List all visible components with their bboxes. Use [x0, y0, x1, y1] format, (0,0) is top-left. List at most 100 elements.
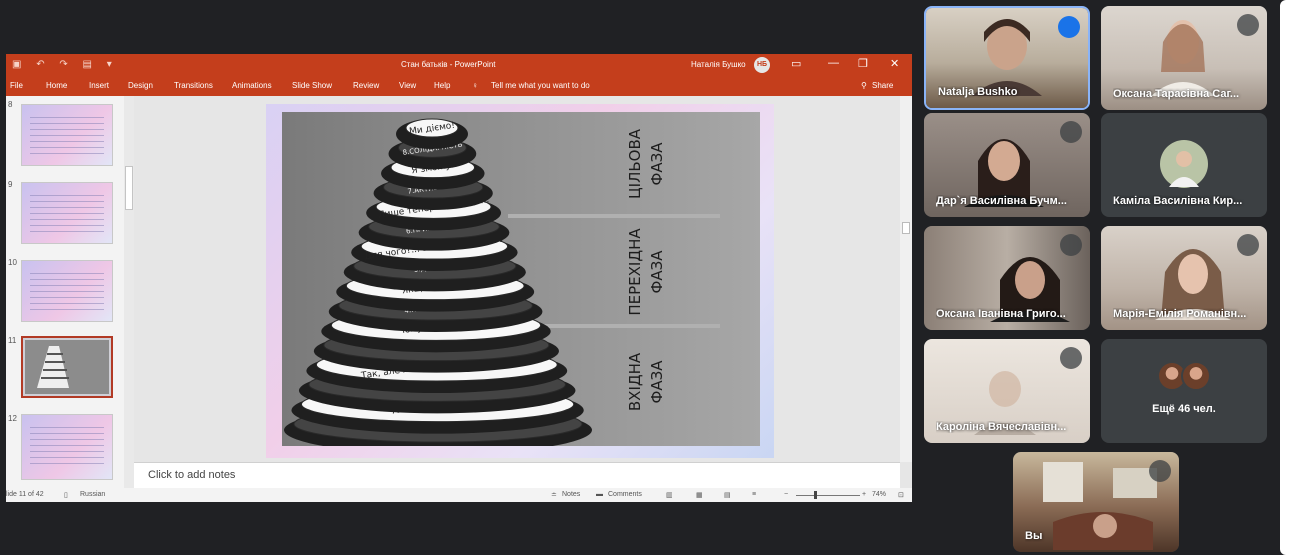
notes-pane[interactable]: Click to add notes — [134, 462, 900, 488]
more-participants-label: Ещё 46 чел. — [1152, 403, 1216, 415]
thumbnail-number: 10 — [8, 258, 17, 267]
participant-name: Кароліна Вячеславівн... — [936, 421, 1067, 433]
thumbnail-scrollbar[interactable] — [124, 96, 134, 488]
zoom-in-icon[interactable]: + — [862, 491, 866, 498]
title-bar: ▣ ↶ ↷ ▤ ▾ Стан батьків - PowerPoint Ната… — [6, 54, 912, 76]
participant-tile[interactable]: Каміла Василівна Кир... — [1101, 113, 1267, 217]
close-icon[interactable]: ✕ — [890, 57, 899, 70]
slide-thumbnail[interactable] — [21, 414, 113, 480]
mic-off-icon — [1237, 234, 1259, 256]
spellcheck-icon[interactable]: ▯ — [64, 491, 68, 499]
share-icon[interactable]: ⚲ — [861, 81, 867, 90]
tab-view[interactable]: View — [399, 81, 416, 90]
minimize-icon[interactable]: — — [828, 57, 839, 69]
phase-labels: ЦІЛЬОВА ФАЗАПЕРЕХІДНА ФАЗАВХІДНА ФАЗА — [626, 128, 666, 411]
participant-avatar — [1160, 140, 1208, 188]
slide-content: 1.НЕВИЗНАЧЕНІСТЬА що ж трапилось?2.УСВІД… — [282, 112, 760, 454]
self-view-tile[interactable]: Вы — [1013, 452, 1179, 552]
lightbulb-icon: ♀ — [472, 81, 478, 90]
participant-tile[interactable]: Кароліна Вячеславівн... — [924, 339, 1090, 443]
phase-label: ФАЗА — [648, 250, 666, 294]
phases-pyramid: 1.НЕВИЗНАЧЕНІСТЬА що ж трапилось?2.УСВІД… — [284, 118, 720, 454]
zoom-out-icon[interactable]: − — [784, 491, 788, 498]
tab-transitions[interactable]: Transitions — [174, 81, 213, 90]
participant-tile[interactable]: Дар`я Василівна Бучм... — [924, 113, 1090, 217]
tab-animations[interactable]: Animations — [232, 81, 272, 90]
participant-video — [972, 19, 1042, 96]
tab-insert[interactable]: Insert — [89, 81, 109, 90]
participant-video — [1151, 20, 1215, 96]
user-avatar[interactable]: НБ — [754, 57, 770, 73]
workspace: 8 9 10 11 12 Ми діємо! ЦІЛЬОВА ФАЗА ПЕРЕ… — [6, 96, 912, 488]
participant-name: Марія-Емілія Романівн... — [1113, 308, 1247, 320]
powerpoint-window: ▣ ↶ ↷ ▤ ▾ Стан батьків - PowerPoint Ната… — [6, 54, 912, 502]
participant-name: Вы — [1025, 530, 1043, 542]
participant-tile[interactable]: Natalja Bushko — [924, 6, 1090, 110]
zoom-slider-thumb[interactable] — [814, 491, 817, 499]
slide-thumbnail[interactable] — [21, 182, 113, 244]
slide-counter: lide 11 of 42 — [6, 491, 44, 498]
slide-thumbnails: 8 9 10 11 12 — [6, 96, 130, 488]
tab-home[interactable]: Home — [46, 81, 67, 90]
phase-label: ФАЗА — [648, 360, 666, 404]
thumbnail-preview — [25, 340, 109, 394]
document-title: Стан батьків - PowerPoint — [401, 60, 496, 69]
slide-thumbnail[interactable] — [21, 260, 113, 322]
participant-name: Natalja Bushko — [938, 86, 1018, 98]
tab-review[interactable]: Review — [353, 81, 379, 90]
participant-name: Дар`я Василівна Бучм... — [936, 195, 1067, 207]
participant-tile[interactable]: Оксана Тарасівна Саг... — [1101, 6, 1267, 110]
participant-name: Оксана Іванівна Григо... — [936, 308, 1066, 320]
mic-off-icon — [1060, 121, 1082, 143]
tab-slide-show[interactable]: Slide Show — [292, 81, 332, 90]
zoom-slider[interactable] — [796, 495, 860, 496]
comments-button[interactable]: Comments — [608, 491, 642, 498]
phase-label: ЦІЛЬОВА — [626, 128, 644, 199]
notes-placeholder: Click to add notes — [148, 469, 236, 481]
thumbnail-number: 8 — [8, 100, 13, 109]
normal-view-icon[interactable]: ▥ — [666, 491, 673, 499]
thumbnail-number: 12 — [8, 414, 17, 423]
slide-scrollbar[interactable] — [900, 96, 912, 462]
more-participants-tile[interactable]: Ещё 46 чел. — [1101, 339, 1267, 443]
participant-name: Каміла Василівна Кир... — [1113, 195, 1243, 207]
maximize-icon[interactable]: ❐ — [858, 57, 868, 70]
thumbnail-number: 11 — [8, 336, 17, 345]
participant-tile[interactable]: Оксана Іванівна Григо... — [924, 226, 1090, 330]
comments-icon[interactable]: ▬ — [596, 491, 603, 498]
participant-tile[interactable]: Марія-Емілія Романівн... — [1101, 226, 1267, 330]
slide-sorter-icon[interactable]: ▦ — [696, 491, 703, 499]
phase-label: ПЕРЕХІДНА — [626, 228, 644, 316]
slide-thumbnail[interactable] — [21, 104, 113, 166]
mic-off-icon — [1237, 121, 1259, 143]
participant-name: Оксана Тарасівна Саг... — [1113, 88, 1240, 100]
zoom-level[interactable]: 74% — [872, 491, 886, 498]
slide-thumbnail-selected[interactable] — [21, 336, 113, 398]
slideshow-icon[interactable]: ≡ — [752, 491, 756, 498]
mic-off-icon — [1237, 14, 1259, 36]
tab-help[interactable]: Help — [434, 81, 450, 90]
participant-avatar — [1181, 361, 1211, 391]
fit-slide-icon[interactable]: ⊡ — [898, 491, 904, 499]
notes-button[interactable]: Notes — [562, 491, 580, 498]
phase-label: ФАЗА — [648, 142, 666, 186]
current-slide[interactable]: 1.НЕВИЗНАЧЕНІСТЬА що ж трапилось?2.УСВІД… — [266, 104, 774, 458]
tell-me-search[interactable]: Tell me what you want to do — [491, 81, 590, 90]
screen: ▣ ↶ ↷ ▤ ▾ Стан батьків - PowerPoint Ната… — [0, 0, 1292, 555]
ribbon-display-icon[interactable]: ▭ — [791, 57, 801, 70]
pyramid-rings: 1.НЕВИЗНАЧЕНІСТЬА що ж трапилось?2.УСВІД… — [284, 118, 592, 454]
participant-video — [1155, 249, 1231, 320]
notes-icon[interactable]: ≐ — [551, 491, 557, 499]
tab-design[interactable]: Design — [128, 81, 153, 90]
ribbon-tabs: File Home Insert Design Transitions Anim… — [6, 76, 912, 96]
reading-view-icon[interactable]: ▤ — [724, 491, 731, 499]
share-button[interactable]: Share — [872, 81, 893, 90]
quick-access-toolbar[interactable]: ▣ ↶ ↷ ▤ ▾ — [12, 59, 118, 70]
language-indicator[interactable]: Russian — [80, 491, 105, 498]
speaking-indicator-icon — [1058, 16, 1080, 38]
user-name[interactable]: Наталія Бушко — [691, 60, 746, 69]
tab-file[interactable]: File — [10, 81, 23, 90]
slide-canvas: 1.НЕВИЗНАЧЕНІСТЬА що ж трапилось?2.УСВІД… — [134, 96, 906, 462]
mic-off-icon — [1060, 234, 1082, 256]
thumbnail-number: 9 — [8, 180, 13, 189]
